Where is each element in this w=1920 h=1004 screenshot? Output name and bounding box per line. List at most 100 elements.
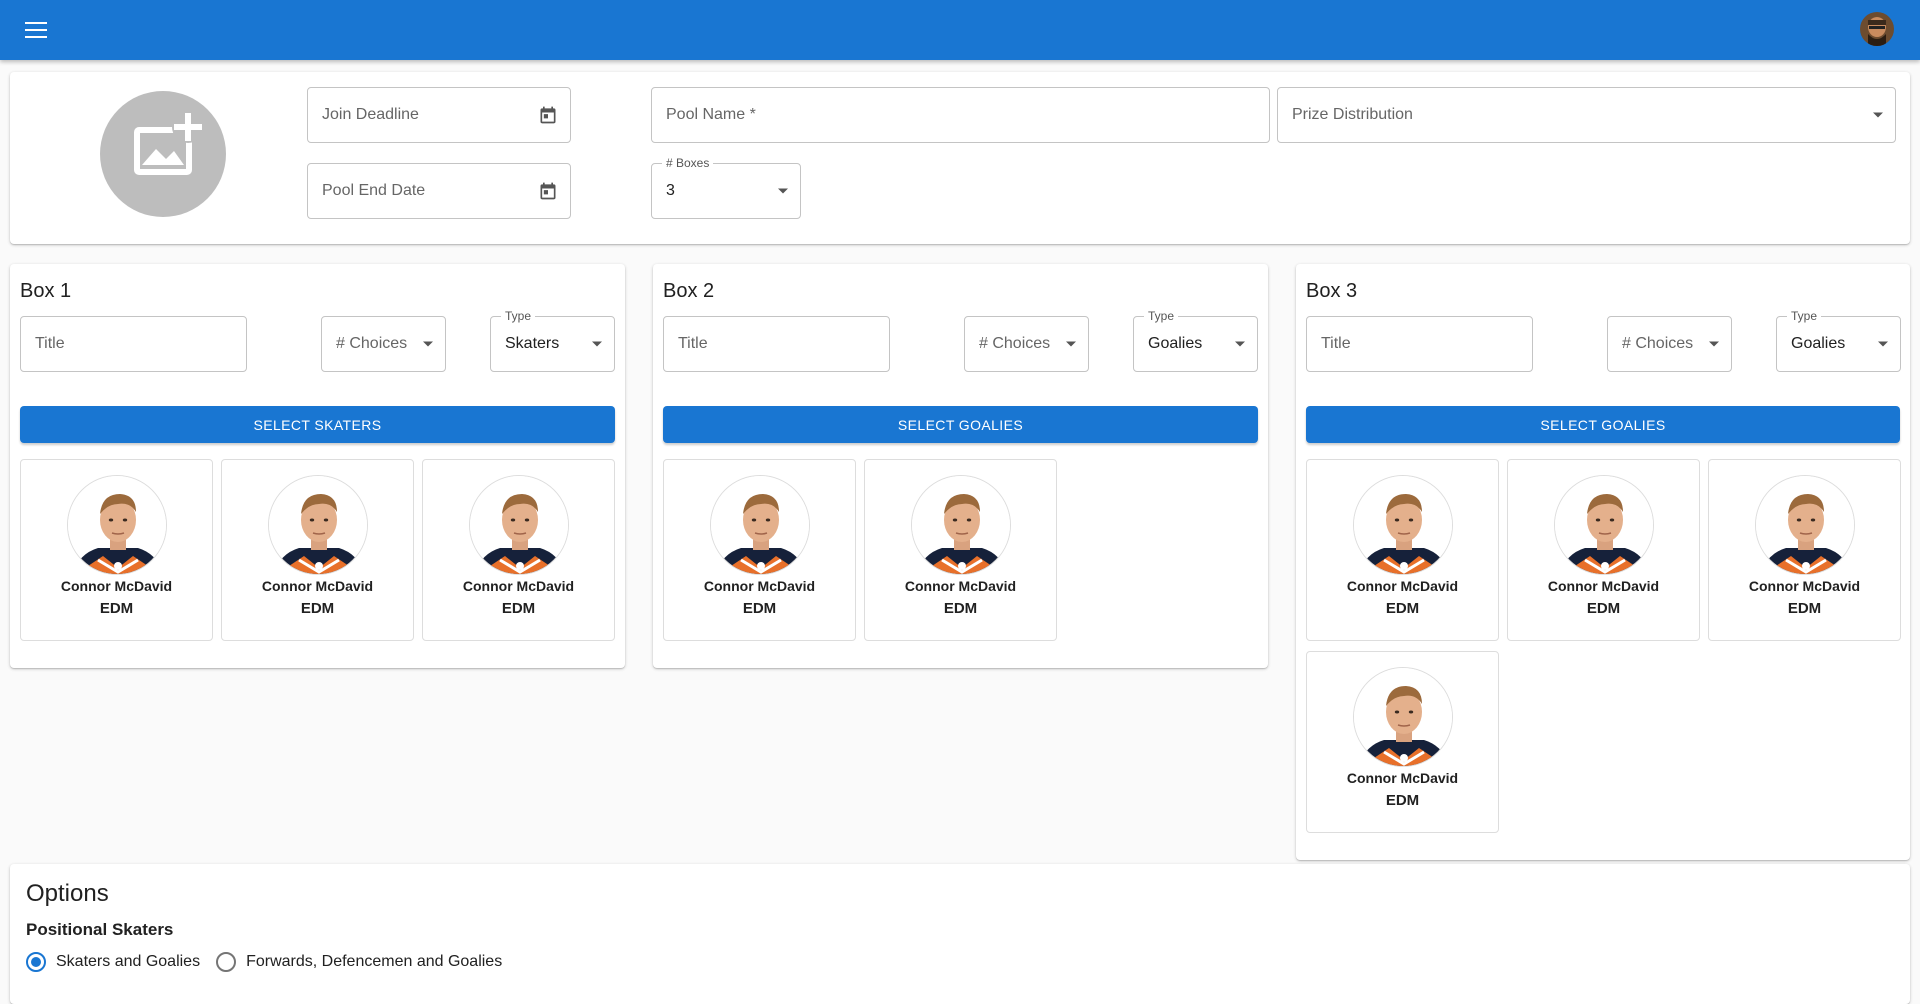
type-select[interactable]: Type Goalies: [1133, 309, 1258, 372]
player-headshot: [1353, 475, 1453, 575]
player-headshot: [710, 475, 810, 575]
choices-placeholder: # Choices: [979, 335, 1051, 352]
player-name: Connor McDavid: [1748, 578, 1861, 594]
player-team: EDM: [300, 600, 335, 617]
player-team: EDM: [1787, 600, 1822, 617]
chevron-down-icon: [1709, 341, 1719, 347]
player-card[interactable]: Connor McDavid EDM: [864, 459, 1057, 641]
box-card-2: Box 2 Title # Choices Type Goalies SELEC…: [653, 264, 1268, 668]
box-title: Box 2: [663, 280, 715, 302]
positional-skaters-label: Positional Skaters: [26, 920, 174, 939]
type-label: Type: [1787, 309, 1822, 323]
choices-placeholder: # Choices: [336, 335, 408, 352]
player-name: Connor McDavid: [904, 578, 1017, 594]
player-headshot: [1353, 667, 1453, 767]
player-team: EDM: [99, 600, 134, 617]
box-title-placeholder: Title: [1321, 335, 1351, 352]
box-title-input[interactable]: Title: [663, 316, 890, 372]
type-value: Goalies: [1148, 335, 1203, 352]
box-title-placeholder: Title: [678, 335, 708, 352]
user-avatar[interactable]: [1860, 12, 1894, 46]
player-headshot: [469, 475, 569, 575]
box-title-input[interactable]: Title: [1306, 316, 1533, 372]
choices-select[interactable]: # Choices: [964, 316, 1089, 372]
radio-forwards-defencemen-goalies-label: Forwards, Defencemen and Goalies: [246, 953, 503, 970]
player-card[interactable]: Connor McDavid EDM: [1708, 459, 1901, 641]
chevron-down-icon: [592, 341, 602, 347]
type-label: Type: [1144, 309, 1179, 323]
player-name: Connor McDavid: [1547, 578, 1660, 594]
chevron-down-icon: [1235, 341, 1245, 347]
radio-skaters-goalies-label: Skaters and Goalies: [56, 953, 201, 970]
type-label: Type: [501, 309, 536, 323]
pool-end-date-field[interactable]: Pool End Date: [307, 163, 571, 219]
chevron-down-icon: [1066, 341, 1076, 347]
choices-select[interactable]: # Choices: [1607, 316, 1732, 372]
radio-forwards-defencemen-goalies[interactable]: [216, 952, 237, 972]
player-name: Connor McDavid: [60, 578, 173, 594]
box-card-1: Box 1 Title # Choices Type Skaters SELEC…: [10, 264, 625, 668]
box-title-placeholder: Title: [35, 335, 65, 352]
player-name: Connor McDavid: [462, 578, 575, 594]
select-players-button[interactable]: SELECT GOALIES: [1306, 406, 1900, 443]
chevron-down-icon: [778, 188, 788, 194]
app-bar: [0, 0, 1920, 60]
box-card-3: Box 3 Title # Choices Type Goalies SELEC…: [1296, 264, 1910, 860]
player-card[interactable]: Connor McDavid EDM: [1507, 459, 1700, 641]
player-headshot: [67, 475, 167, 575]
type-value: Skaters: [505, 335, 560, 352]
num-boxes-value: 3: [666, 182, 675, 199]
player-team: EDM: [1385, 600, 1420, 617]
positional-radio-group: Skaters and Goalies Forwards, Defencemen…: [26, 952, 502, 972]
choices-select[interactable]: # Choices: [321, 316, 446, 372]
player-team: EDM: [1586, 600, 1621, 617]
player-headshot: [911, 475, 1011, 575]
chevron-down-icon: [1878, 341, 1888, 347]
player-card[interactable]: Connor McDavid EDM: [663, 459, 856, 641]
player-card[interactable]: Connor McDavid EDM: [221, 459, 414, 641]
select-players-button[interactable]: SELECT GOALIES: [663, 406, 1258, 443]
type-value: Goalies: [1791, 335, 1846, 352]
pool-name-field[interactable]: Pool Name *: [651, 87, 1270, 143]
menu-icon[interactable]: [20, 14, 52, 46]
player-headshot: [1554, 475, 1654, 575]
pool-name-placeholder: Pool Name *: [666, 106, 756, 123]
type-select[interactable]: Type Skaters: [490, 309, 615, 372]
calendar-icon[interactable]: [538, 105, 558, 125]
add-photo-icon[interactable]: [100, 91, 226, 217]
num-boxes-select[interactable]: # Boxes 3: [651, 156, 801, 219]
player-name: Connor McDavid: [261, 578, 374, 594]
player-team: EDM: [742, 600, 777, 617]
prize-distribution-select[interactable]: Prize Distribution: [1277, 87, 1896, 143]
num-boxes-label: # Boxes: [662, 156, 714, 170]
join-deadline-field[interactable]: Join Deadline: [307, 87, 571, 143]
options-card: Options Positional Skaters Skaters and G…: [10, 864, 1910, 1004]
player-team: EDM: [943, 600, 978, 617]
player-headshot: [268, 475, 368, 575]
type-select[interactable]: Type Goalies: [1776, 309, 1901, 372]
radio-skaters-goalies[interactable]: [26, 952, 46, 972]
box-title: Box 3: [1306, 280, 1358, 302]
choices-placeholder: # Choices: [1622, 335, 1694, 352]
player-team: EDM: [501, 600, 536, 617]
box-title: Box 1: [20, 280, 72, 302]
player-name: Connor McDavid: [703, 578, 816, 594]
join-deadline-placeholder: Join Deadline: [322, 106, 419, 123]
pool-settings-card: Join Deadline Pool End Date Pool Name * …: [10, 72, 1910, 244]
calendar-icon[interactable]: [538, 181, 558, 201]
box-title-input[interactable]: Title: [20, 316, 247, 372]
select-players-button[interactable]: SELECT SKATERS: [20, 406, 615, 443]
prize-distribution-placeholder: Prize Distribution: [1292, 106, 1413, 123]
player-team: EDM: [1385, 792, 1420, 809]
player-headshot: [1755, 475, 1855, 575]
player-card[interactable]: Connor McDavid EDM: [20, 459, 213, 641]
options-title: Options: [26, 880, 109, 907]
player-name: Connor McDavid: [1346, 578, 1459, 594]
player-name: Connor McDavid: [1346, 770, 1459, 786]
player-card[interactable]: Connor McDavid EDM: [1306, 651, 1499, 833]
chevron-down-icon: [1873, 112, 1883, 118]
pool-end-date-placeholder: Pool End Date: [322, 182, 426, 199]
player-card[interactable]: Connor McDavid EDM: [422, 459, 615, 641]
player-card[interactable]: Connor McDavid EDM: [1306, 459, 1499, 641]
chevron-down-icon: [423, 341, 433, 347]
